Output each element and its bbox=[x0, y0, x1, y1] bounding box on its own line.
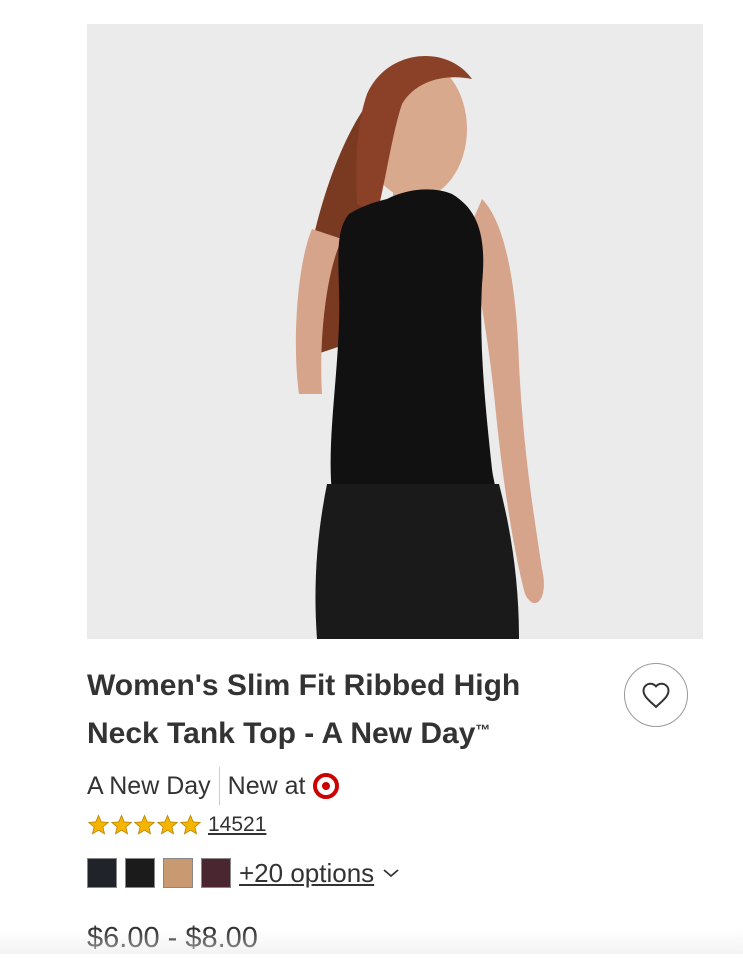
new-at-label: New at bbox=[227, 771, 306, 800]
color-swatch-black[interactable] bbox=[125, 858, 155, 888]
target-logo-icon bbox=[313, 773, 340, 799]
color-swatch-navy[interactable] bbox=[87, 858, 117, 888]
more-options-label: +20 options bbox=[239, 857, 375, 888]
favorite-button[interactable] bbox=[624, 663, 688, 727]
model-photo bbox=[87, 24, 703, 639]
price-range: $6.00 - $8.00 bbox=[87, 922, 258, 954]
color-swatch-tan[interactable] bbox=[163, 858, 193, 888]
more-options-link[interactable]: +20 options bbox=[239, 858, 400, 889]
product-card: Women's Slim Fit Ribbed High Neck Tank T… bbox=[87, 24, 703, 890]
product-image[interactable] bbox=[87, 24, 703, 639]
star-icon bbox=[110, 814, 133, 835]
swatch-list bbox=[87, 858, 239, 888]
product-title-text: Women's Slim Fit Ribbed High Neck Tank T… bbox=[87, 669, 521, 750]
star-icon bbox=[156, 814, 179, 835]
trademark-symbol: ™ bbox=[475, 722, 491, 739]
brand-divider bbox=[218, 767, 220, 805]
product-title[interactable]: Women's Slim Fit Ribbed High Neck Tank T… bbox=[87, 663, 587, 756]
star-icon bbox=[133, 814, 156, 835]
chevron-down-icon bbox=[383, 869, 399, 878]
star-icon bbox=[179, 814, 202, 835]
rating-row: 14521 bbox=[87, 810, 703, 840]
review-count-link[interactable]: 14521 bbox=[208, 813, 266, 837]
color-swatches: +20 options bbox=[87, 856, 703, 890]
brand-link[interactable]: A New Day bbox=[87, 772, 211, 801]
brand-row: A New Day New at bbox=[87, 766, 703, 806]
star-icon bbox=[87, 814, 110, 835]
color-swatch-burgundy[interactable] bbox=[201, 858, 231, 888]
product-info: Women's Slim Fit Ribbed High Neck Tank T… bbox=[87, 639, 703, 890]
star-rating bbox=[87, 814, 202, 836]
heart-icon bbox=[642, 682, 670, 709]
